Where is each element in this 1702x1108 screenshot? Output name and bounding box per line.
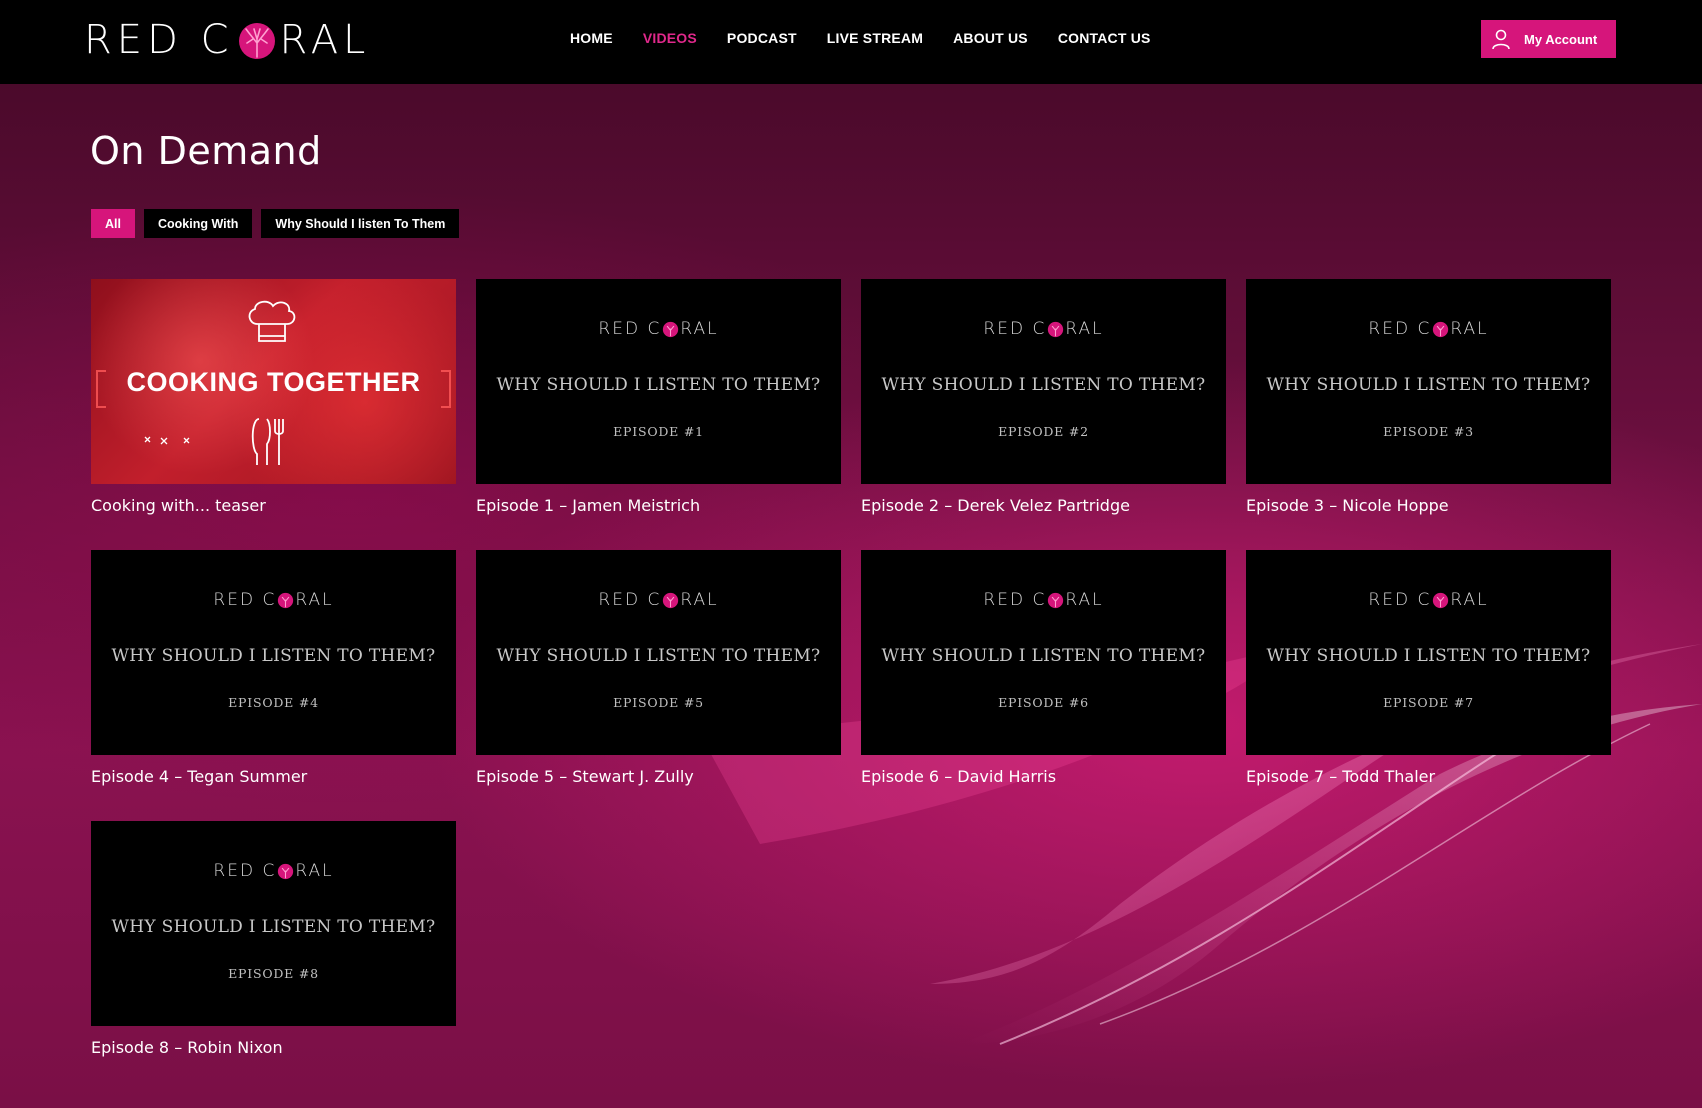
thumbnail-headline: WHY SHOULD I LISTEN TO THEM? — [1266, 646, 1591, 666]
thumbnail-headline: WHY SHOULD I LISTEN TO THEM? — [496, 646, 821, 666]
video-thumbnail[interactable]: RED C RAL WHY SHOULD I LISTEN TO THEM? EP… — [476, 279, 841, 484]
thumbnail-headline: WHY SHOULD I LISTEN TO THEM? — [111, 917, 436, 937]
coral-logo-icon — [1047, 592, 1064, 609]
thumbnail-logo: RED C RAL — [598, 590, 719, 610]
thumbnail-headline: WHY SHOULD I LISTEN TO THEM? — [111, 646, 436, 666]
thumbnail-headline: WHY SHOULD I LISTEN TO THEM? — [1266, 375, 1591, 395]
video-thumbnail[interactable]: RED C RAL WHY SHOULD I LISTEN TO THEM? EP… — [91, 550, 456, 755]
coral-logo-icon — [237, 21, 277, 61]
category-filters: All Cooking With Why Should I listen To … — [91, 209, 460, 238]
thumbnail-episode-number: EPISODE #7 — [1383, 695, 1474, 710]
thumbnail-headline: COOKING TOGETHER — [126, 367, 421, 397]
video-card: COOKING TOGETHER Cooking with... teaser — [91, 279, 456, 515]
thumbnail-episode-number: EPISODE #4 — [228, 695, 319, 710]
video-thumbnail[interactable]: RED C RAL WHY SHOULD I LISTEN TO THEM? EP… — [1246, 279, 1611, 484]
thumbnail-episode-number: EPISODE #1 — [613, 424, 704, 439]
main-nav: HOME VIDEOS PODCAST LIVE STREAM ABOUT US… — [570, 26, 1181, 50]
site-header: RED C RAL HOME VIDEOS PODCAST LIVE STREA… — [0, 0, 1702, 84]
video-title[interactable]: Cooking with... teaser — [91, 496, 456, 515]
thumbnail-logo: RED C RAL — [213, 861, 334, 881]
video-card: RED C RAL WHY SHOULD I LISTEN TO THEM? EP… — [861, 550, 1226, 786]
thumbnail-logo: RED C RAL — [598, 319, 719, 339]
coral-logo-icon — [662, 321, 679, 338]
video-title[interactable]: Episode 2 – Derek Velez Partridge — [861, 496, 1226, 515]
thumbnail-episode-number: EPISODE #5 — [613, 695, 704, 710]
thumbnail-logo: RED C RAL — [983, 590, 1104, 610]
coral-logo-icon — [1432, 592, 1449, 609]
logo-text-left: RED C — [84, 17, 234, 63]
video-thumbnail[interactable]: RED C RAL WHY SHOULD I LISTEN TO THEM? EP… — [476, 550, 841, 755]
video-card: RED C RAL WHY SHOULD I LISTEN TO THEM? EP… — [861, 279, 1226, 515]
coral-logo-icon — [277, 863, 294, 880]
video-card: RED C RAL WHY SHOULD I LISTEN TO THEM? EP… — [476, 279, 841, 515]
coral-logo-icon — [277, 592, 294, 609]
video-thumbnail[interactable]: RED C RAL WHY SHOULD I LISTEN TO THEM? EP… — [861, 550, 1226, 755]
video-thumbnail[interactable]: RED C RAL WHY SHOULD I LISTEN TO THEM? EP… — [91, 821, 456, 1026]
filter-cooking-with[interactable]: Cooking With — [143, 209, 253, 238]
video-card: RED C RAL WHY SHOULD I LISTEN TO THEM? EP… — [91, 821, 456, 1057]
video-thumbnail[interactable]: RED C RAL WHY SHOULD I LISTEN TO THEM? EP… — [1246, 550, 1611, 755]
page-title: On Demand — [90, 129, 322, 173]
thumbnail-headline: WHY SHOULD I LISTEN TO THEM? — [881, 375, 1206, 395]
nav-home[interactable]: HOME — [570, 26, 613, 50]
thumbnail-episode-number: EPISODE #8 — [228, 966, 319, 981]
video-card: RED C RAL WHY SHOULD I LISTEN TO THEM? EP… — [1246, 550, 1611, 786]
filter-all[interactable]: All — [91, 209, 135, 238]
thumbnail-episode-number: EPISODE #3 — [1383, 424, 1474, 439]
video-title[interactable]: Episode 6 – David Harris — [861, 767, 1226, 786]
video-card: RED C RAL WHY SHOULD I LISTEN TO THEM? EP… — [91, 550, 456, 786]
site-logo[interactable]: RED C RAL — [84, 17, 371, 63]
thumbnail-episode-number: EPISODE #2 — [998, 424, 1089, 439]
thumbnail-episode-number: EPISODE #6 — [998, 695, 1089, 710]
filter-why-should-i-listen[interactable]: Why Should I listen To Them — [261, 209, 460, 238]
thumbnail-logo: RED C RAL — [1368, 590, 1489, 610]
nav-contact-us[interactable]: CONTACT US — [1058, 26, 1151, 50]
video-card: RED C RAL WHY SHOULD I LISTEN TO THEM? EP… — [476, 550, 841, 786]
nav-videos[interactable]: VIDEOS — [643, 26, 697, 50]
thumbnail-logo: RED C RAL — [213, 590, 334, 610]
my-account-label: My Account — [1524, 31, 1598, 47]
coral-logo-icon — [1047, 321, 1064, 338]
video-title[interactable]: Episode 4 – Tegan Summer — [91, 767, 456, 786]
my-account-button[interactable]: My Account — [1481, 20, 1616, 58]
video-title[interactable]: Episode 3 – Nicole Hoppe — [1246, 496, 1611, 515]
video-title[interactable]: Episode 5 – Stewart J. Zully — [476, 767, 841, 786]
thumbnail-logo: RED C RAL — [983, 319, 1104, 339]
coral-logo-icon — [1432, 321, 1449, 338]
video-thumbnail[interactable]: COOKING TOGETHER — [91, 279, 456, 484]
video-title[interactable]: Episode 8 – Robin Nixon — [91, 1038, 456, 1057]
nav-about-us[interactable]: ABOUT US — [953, 26, 1028, 50]
nav-podcast[interactable]: PODCAST — [727, 26, 797, 50]
video-thumbnail[interactable]: RED C RAL WHY SHOULD I LISTEN TO THEM? EP… — [861, 279, 1226, 484]
thumbnail-headline: WHY SHOULD I LISTEN TO THEM? — [496, 375, 821, 395]
thumbnail-logo: RED C RAL — [1368, 319, 1489, 339]
video-title[interactable]: Episode 7 – Todd Thaler — [1246, 767, 1611, 786]
user-icon — [1490, 28, 1512, 50]
video-title[interactable]: Episode 1 – Jamen Meistrich — [476, 496, 841, 515]
thumbnail-headline: WHY SHOULD I LISTEN TO THEM? — [881, 646, 1206, 666]
video-card: RED C RAL WHY SHOULD I LISTEN TO THEM? EP… — [1246, 279, 1611, 515]
logo-text-right: RAL — [279, 17, 371, 63]
nav-live-stream[interactable]: LIVE STREAM — [827, 26, 923, 50]
coral-logo-icon — [662, 592, 679, 609]
